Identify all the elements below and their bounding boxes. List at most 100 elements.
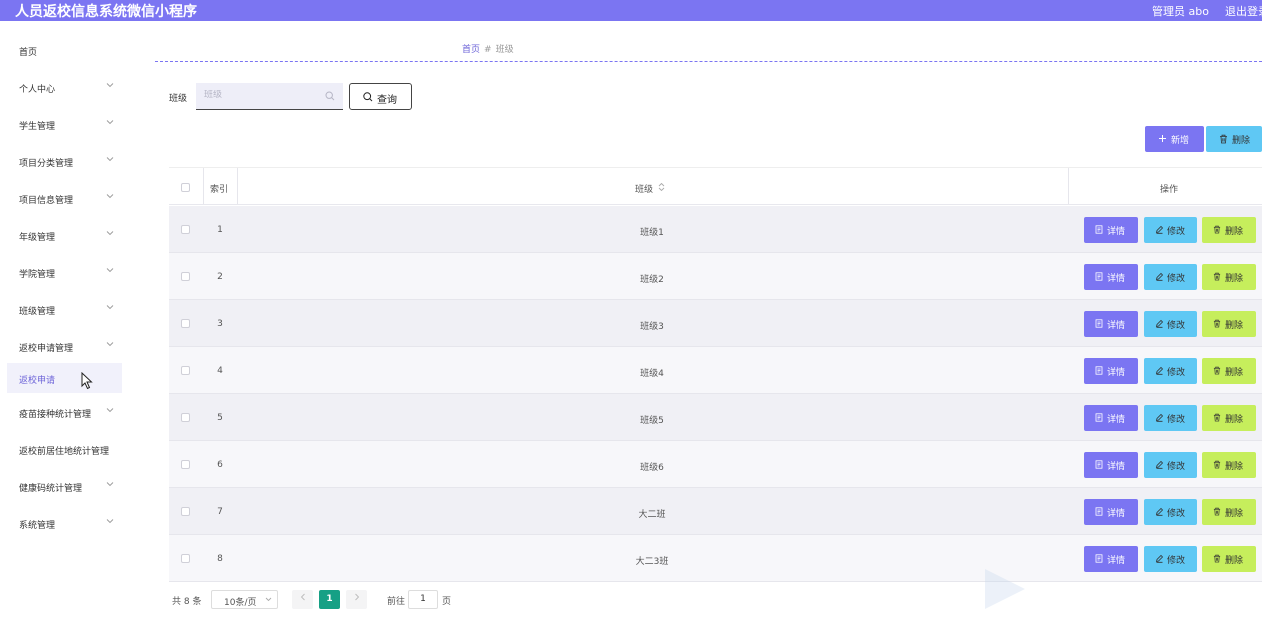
detail-button[interactable]: 详情 (1084, 217, 1138, 243)
sidebar-item-students[interactable]: 学生管理 (0, 109, 122, 139)
sidebar-subitem-return-application[interactable]: 返校申请 (7, 363, 122, 393)
sidebar-item-home[interactable]: 首页 (0, 35, 122, 65)
row-class-name: 班级4 (640, 369, 664, 379)
detail-button[interactable]: 详情 (1084, 358, 1138, 384)
delete-button[interactable]: 删除 (1202, 311, 1256, 337)
row-checkbox[interactable] (181, 507, 190, 516)
logout-link[interactable]: 退出登录 (1225, 3, 1262, 19)
delete-button[interactable]: 删除 (1202, 546, 1256, 572)
page-number-button[interactable]: 1 (319, 590, 340, 609)
sidebar-item-return-application-mgmt[interactable]: 返校申请管理 (0, 331, 122, 361)
row-class-name: 班级6 (640, 463, 664, 473)
select-all-checkbox[interactable] (181, 183, 190, 192)
delete-button[interactable]: 删除 (1202, 499, 1256, 525)
sidebar-item-label: 年级管理 (19, 233, 56, 243)
document-icon (1095, 319, 1103, 331)
goto-page-input[interactable]: 1 (408, 590, 438, 609)
detail-button[interactable]: 详情 (1084, 311, 1138, 337)
sidebar-item-personal-center[interactable]: 个人中心 (0, 72, 122, 102)
breadcrumb: 首页 # 班级 (462, 42, 514, 55)
edit-button[interactable]: 修改 (1144, 452, 1197, 478)
delete-button[interactable]: 删除 (1202, 264, 1256, 290)
delete-button[interactable]: 删除 (1202, 405, 1256, 431)
delete-button-label: 删除 (1225, 556, 1244, 566)
detail-button-label: 详情 (1107, 368, 1126, 378)
sidebar-item-grades[interactable]: 年级管理 (0, 220, 122, 250)
query-button-label: 查询 (377, 95, 397, 106)
table-row: 4 班级4 详情 修改 删除 (169, 347, 1262, 394)
row-class-name: 大二3班 (635, 557, 669, 567)
breadcrumb-home[interactable]: 首页 (462, 45, 480, 55)
detail-button[interactable]: 详情 (1084, 499, 1138, 525)
batch-delete-button[interactable]: 删除 (1206, 126, 1262, 152)
detail-button[interactable]: 详情 (1084, 546, 1138, 572)
query-button[interactable]: 查询 (349, 83, 412, 110)
edit-icon (1155, 413, 1164, 425)
sidebar-item-health-code-stats[interactable]: 健康码统计管理 (0, 471, 122, 501)
delete-button[interactable]: 删除 (1202, 217, 1256, 243)
edit-button[interactable]: 修改 (1144, 311, 1197, 337)
chevron-down-icon (106, 231, 114, 236)
page-size-select[interactable]: 10条/页 (211, 590, 278, 609)
search-field[interactable] (196, 83, 343, 110)
row-checkbox[interactable] (181, 366, 190, 375)
row-checkbox[interactable] (181, 460, 190, 469)
sidebar-item-residence-stats[interactable]: 返校前居住地统计管理 (0, 434, 122, 464)
edit-icon (1155, 225, 1164, 237)
sidebar-item-label: 返校申请 (19, 376, 56, 386)
row-index: 5 (217, 413, 223, 423)
sort-icon[interactable] (658, 182, 665, 192)
header-class[interactable]: 班级 (635, 182, 653, 195)
edit-button[interactable]: 修改 (1144, 217, 1197, 243)
detail-button-label: 详情 (1107, 556, 1126, 566)
chevron-down-icon (106, 519, 114, 524)
delete-button-label: 删除 (1225, 368, 1244, 378)
edit-button[interactable]: 修改 (1144, 264, 1197, 290)
edit-button-label: 修改 (1167, 321, 1186, 331)
chevron-down-icon (106, 305, 114, 310)
next-page-button[interactable] (346, 590, 367, 609)
row-class-name: 班级3 (640, 322, 664, 332)
document-icon (1095, 366, 1103, 378)
row-checkbox[interactable] (181, 413, 190, 422)
table-header: 索引 班级 操作 (169, 167, 1262, 205)
detail-button[interactable]: 详情 (1084, 264, 1138, 290)
row-checkbox[interactable] (181, 319, 190, 328)
header-actions: 操作 (1160, 185, 1179, 195)
sidebar-item-label: 返校前居住地统计管理 (19, 447, 110, 457)
delete-button[interactable]: 删除 (1202, 452, 1256, 478)
document-icon (1095, 272, 1103, 284)
chevron-down-icon (106, 120, 114, 125)
sidebar-item-project-info[interactable]: 项目信息管理 (0, 183, 122, 213)
sidebar-item-vaccination-stats[interactable]: 疫苗接种统计管理 (0, 397, 122, 427)
row-index: 6 (217, 460, 223, 470)
sidebar-item-classes[interactable]: 班级管理 (0, 294, 122, 324)
sidebar-item-colleges[interactable]: 学院管理 (0, 257, 122, 287)
row-checkbox[interactable] (181, 554, 190, 563)
trash-icon (1213, 225, 1221, 237)
row-checkbox[interactable] (181, 225, 190, 234)
trash-icon (1219, 134, 1228, 147)
table-row: 7 大二班 详情 修改 删除 (169, 488, 1262, 535)
delete-button-label: 删除 (1225, 509, 1244, 519)
row-class-name: 班级5 (640, 416, 664, 426)
row-index: 3 (217, 319, 223, 329)
delete-button[interactable]: 删除 (1202, 358, 1256, 384)
detail-button[interactable]: 详情 (1084, 452, 1138, 478)
row-checkbox[interactable] (181, 272, 190, 281)
chevron-down-icon (106, 342, 114, 347)
edit-button-label: 修改 (1167, 509, 1186, 519)
prev-page-button[interactable] (292, 590, 313, 609)
sidebar-item-system[interactable]: 系统管理 (0, 508, 122, 538)
edit-button[interactable]: 修改 (1144, 405, 1197, 431)
delete-button-label: 删除 (1225, 274, 1244, 284)
add-button[interactable]: 新增 (1145, 126, 1204, 152)
edit-button[interactable]: 修改 (1144, 546, 1197, 572)
detail-button[interactable]: 详情 (1084, 405, 1138, 431)
breadcrumb-current: 班级 (495, 45, 514, 55)
sidebar-item-project-category[interactable]: 项目分类管理 (0, 146, 122, 176)
sidebar-item-label: 系统管理 (19, 521, 56, 531)
edit-button[interactable]: 修改 (1144, 499, 1197, 525)
edit-button[interactable]: 修改 (1144, 358, 1197, 384)
search-input[interactable] (204, 90, 314, 100)
